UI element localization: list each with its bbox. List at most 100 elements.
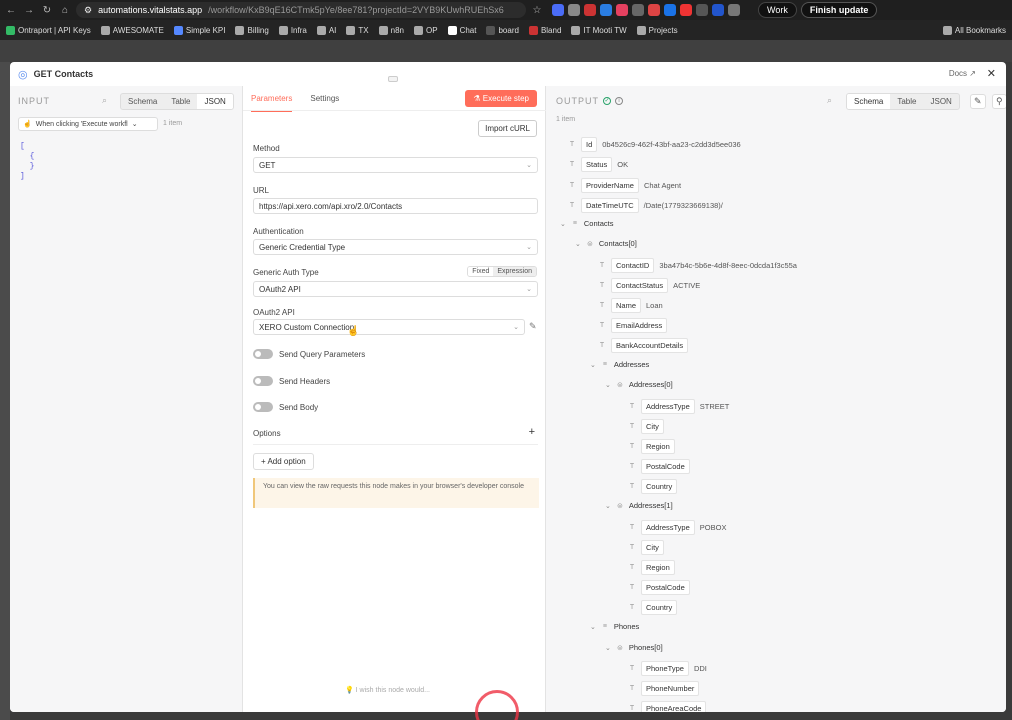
send-headers-toggle[interactable]: Send Headers bbox=[253, 376, 330, 386]
schema-key[interactable]: Status bbox=[581, 157, 613, 172]
schema-row[interactable]: T AddressType POBOX bbox=[628, 520, 726, 535]
schema-key[interactable]: ContactID bbox=[611, 258, 655, 273]
bookmark[interactable]: AI bbox=[316, 25, 336, 35]
finish-update-button[interactable]: Finish update bbox=[800, 2, 878, 18]
schema-row[interactable]: T PhoneType DDI bbox=[628, 661, 707, 676]
tab-json[interactable]: JSON bbox=[923, 94, 958, 109]
puzzle-icon[interactable] bbox=[728, 4, 740, 16]
schema-key[interactable]: ProviderName bbox=[581, 178, 639, 193]
chevron-down-icon[interactable]: ⌄ bbox=[605, 381, 611, 389]
chevron-down-icon[interactable]: ⌄ bbox=[560, 220, 566, 228]
extension-icon[interactable] bbox=[664, 4, 676, 16]
bookmark[interactable]: Projects bbox=[636, 25, 678, 35]
bookmark[interactable]: Ontraport | API Keys bbox=[6, 25, 91, 35]
tab-schema[interactable]: Schema bbox=[121, 94, 164, 109]
schema-key[interactable]: EmailAddress bbox=[611, 318, 668, 333]
all-bookmarks[interactable]: All Bookmarks bbox=[942, 25, 1006, 35]
chevron-down-icon[interactable]: ⌄ bbox=[605, 644, 611, 652]
expression-option[interactable]: Expression bbox=[493, 267, 536, 276]
schema-key[interactable]: Region bbox=[641, 439, 675, 454]
schema-row[interactable]: T Country bbox=[628, 479, 678, 494]
schema-key[interactable]: DateTimeUTC bbox=[581, 198, 639, 213]
authentication-select[interactable]: Generic Credential Type ⌄ bbox=[253, 239, 538, 255]
schema-key[interactable]: Country bbox=[641, 479, 678, 494]
schema-key[interactable]: Phones bbox=[614, 620, 639, 633]
generic-auth-type-select[interactable]: OAuth2 API ⌄ bbox=[253, 281, 538, 297]
chevron-down-icon[interactable]: ⌄ bbox=[575, 240, 581, 248]
schema-row[interactable]: ⌄ ⊜ Phones[0] bbox=[605, 641, 663, 654]
schema-row[interactable]: T Country bbox=[628, 600, 678, 615]
node-title[interactable]: GET Contacts bbox=[34, 69, 94, 79]
schema-row[interactable]: T City bbox=[628, 419, 664, 434]
bookmark[interactable]: n8n bbox=[378, 25, 404, 35]
schema-key[interactable]: AddressType bbox=[641, 520, 695, 535]
url-input[interactable]: https://api.xero.com/api.xro/2.0/Contact… bbox=[253, 198, 538, 214]
schema-key[interactable]: Addresses bbox=[614, 358, 649, 371]
fixed-option[interactable]: Fixed bbox=[468, 267, 494, 276]
schema-key[interactable]: Addresses[0] bbox=[629, 378, 673, 391]
credential-select[interactable]: XERO Custom Connection ⌄ bbox=[253, 319, 525, 335]
extension-icon[interactable] bbox=[712, 4, 724, 16]
schema-key[interactable]: PhoneType bbox=[641, 661, 689, 676]
schema-row[interactable]: T Name Loan bbox=[598, 298, 663, 313]
pencil-icon[interactable]: ✎ bbox=[970, 94, 986, 109]
tab-schema[interactable]: Schema bbox=[847, 94, 891, 109]
schema-row[interactable]: ⌄ ≡ Phones bbox=[590, 620, 639, 633]
close-icon[interactable]: ✕ bbox=[987, 67, 996, 80]
import-curl-button[interactable]: Import cURL bbox=[478, 120, 537, 137]
add-option-button[interactable]: + Add option bbox=[253, 453, 314, 470]
extension-icon[interactable] bbox=[632, 4, 644, 16]
schema-row[interactable]: T PostalCode bbox=[628, 580, 690, 595]
schema-key[interactable]: Name bbox=[611, 298, 642, 313]
extension-icon[interactable] bbox=[680, 4, 692, 16]
schema-row[interactable]: T PhoneAreaCode bbox=[628, 701, 707, 712]
schema-row[interactable]: T ContactID 3ba47b4c-5b6e-4d8f-8eec-0dcda1… bbox=[598, 258, 797, 273]
schema-row[interactable]: T Region bbox=[628, 439, 675, 454]
bookmark[interactable]: Simple KPI bbox=[173, 25, 225, 35]
extension-icon[interactable] bbox=[568, 4, 580, 16]
extension-icon[interactable] bbox=[552, 4, 564, 16]
schema-row[interactable]: T PhoneNumber bbox=[628, 681, 700, 696]
schema-row[interactable]: T DateTimeUTC/Date(1779323669138)/ bbox=[568, 198, 723, 213]
star-icon[interactable]: ☆ bbox=[530, 3, 544, 17]
schema-row[interactable]: ⌄ ⊜ Addresses[1] bbox=[605, 499, 673, 512]
extension-icon[interactable] bbox=[648, 4, 660, 16]
extension-icon[interactable] bbox=[616, 4, 628, 16]
extension-icon[interactable] bbox=[600, 4, 612, 16]
bookmark[interactable]: Bland bbox=[528, 25, 561, 35]
trigger-select[interactable]: ☝ When clicking 'Execute workfl ⌄ bbox=[18, 117, 158, 131]
schema-row[interactable]: T PostalCode bbox=[628, 459, 690, 474]
schema-key[interactable]: PhoneAreaCode bbox=[641, 701, 707, 712]
drag-handle[interactable] bbox=[388, 76, 398, 82]
schema-key[interactable]: City bbox=[641, 419, 664, 434]
site-settings-icon[interactable]: ⚙ bbox=[84, 5, 92, 16]
tab-table[interactable]: Table bbox=[890, 94, 923, 109]
extension-icon[interactable] bbox=[584, 4, 596, 16]
schema-row[interactable]: T Region bbox=[628, 560, 675, 575]
schema-row[interactable]: T Status OK bbox=[568, 157, 628, 172]
reload-icon[interactable]: ↻ bbox=[40, 3, 54, 17]
search-icon[interactable]: ⌕ bbox=[102, 95, 107, 106]
plus-icon[interactable]: + bbox=[529, 426, 535, 438]
feedback-link[interactable]: 💡 I wish this node would... bbox=[345, 686, 430, 694]
bookmark[interactable]: Billing bbox=[235, 25, 269, 35]
schema-row[interactable]: T City bbox=[628, 540, 664, 555]
method-select[interactable]: GET ⌄ bbox=[253, 157, 538, 173]
schema-key[interactable]: Phones[0] bbox=[629, 641, 663, 654]
schema-row[interactable]: T BankAccountDetails bbox=[598, 338, 689, 353]
schema-row[interactable]: T AddressType STREET bbox=[628, 399, 729, 414]
bookmark[interactable]: OP bbox=[414, 25, 438, 35]
schema-key[interactable]: BankAccountDetails bbox=[611, 338, 689, 353]
schema-key[interactable]: Contacts[0] bbox=[599, 237, 637, 250]
toggle-switch[interactable] bbox=[253, 349, 273, 359]
pin-icon[interactable]: ⚲ bbox=[992, 94, 1006, 109]
execute-step-button[interactable]: ⚗ Execute step bbox=[465, 90, 537, 107]
schema-key[interactable]: PhoneNumber bbox=[641, 681, 700, 696]
schema-row[interactable]: T Id 0b4526c9-462f-43bf-aa23-c2dd3d5ee036 bbox=[568, 137, 741, 152]
schema-key[interactable]: Region bbox=[641, 560, 675, 575]
schema-key[interactable]: Country bbox=[641, 600, 678, 615]
toggle-switch[interactable] bbox=[253, 376, 273, 386]
schema-key[interactable]: Id bbox=[581, 137, 598, 152]
bookmark[interactable]: TX bbox=[346, 25, 369, 35]
info-icon[interactable]: i bbox=[615, 97, 623, 105]
